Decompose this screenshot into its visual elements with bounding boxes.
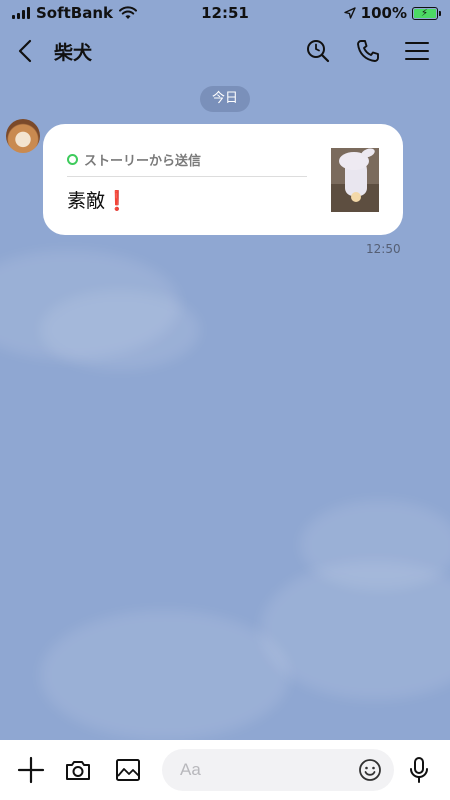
message-body: 素敵 — [67, 190, 106, 212]
exclamation-emoji: ❗ — [105, 190, 129, 212]
story-reply-label: ストーリーから送信 — [67, 150, 201, 169]
menu-icon[interactable] — [404, 38, 430, 64]
message-bubble[interactable]: ストーリーから送信 素敵❗ — [43, 124, 403, 235]
chat-title: 柴犬 — [54, 42, 93, 64]
location-icon — [343, 7, 356, 19]
divider — [67, 176, 307, 177]
emoji-icon[interactable] — [358, 758, 382, 782]
story-ring-icon — [67, 154, 78, 165]
status-bar: SoftBank 12:51 100% ⚡ — [0, 0, 450, 26]
battery-percent: 100% — [360, 4, 407, 22]
message-time: 12:50 — [366, 242, 401, 256]
mic-icon[interactable] — [405, 756, 433, 784]
avatar[interactable] — [6, 119, 40, 153]
phone-icon[interactable] — [355, 38, 381, 64]
search-icon[interactable] — [305, 38, 331, 64]
chevron-left-icon[interactable] — [14, 38, 38, 64]
camera-icon[interactable] — [64, 756, 92, 784]
date-separator: 今日 — [200, 86, 250, 112]
story-reply-text: ストーリーから送信 — [84, 154, 202, 169]
message-text: 素敵❗ — [67, 186, 129, 213]
plus-icon[interactable] — [17, 756, 45, 784]
image-icon[interactable] — [114, 756, 142, 784]
battery-icon: ⚡ — [412, 6, 441, 20]
chat-header: 柴犬 — [0, 26, 450, 76]
story-thumbnail[interactable] — [331, 148, 379, 212]
input-bar — [0, 740, 450, 800]
